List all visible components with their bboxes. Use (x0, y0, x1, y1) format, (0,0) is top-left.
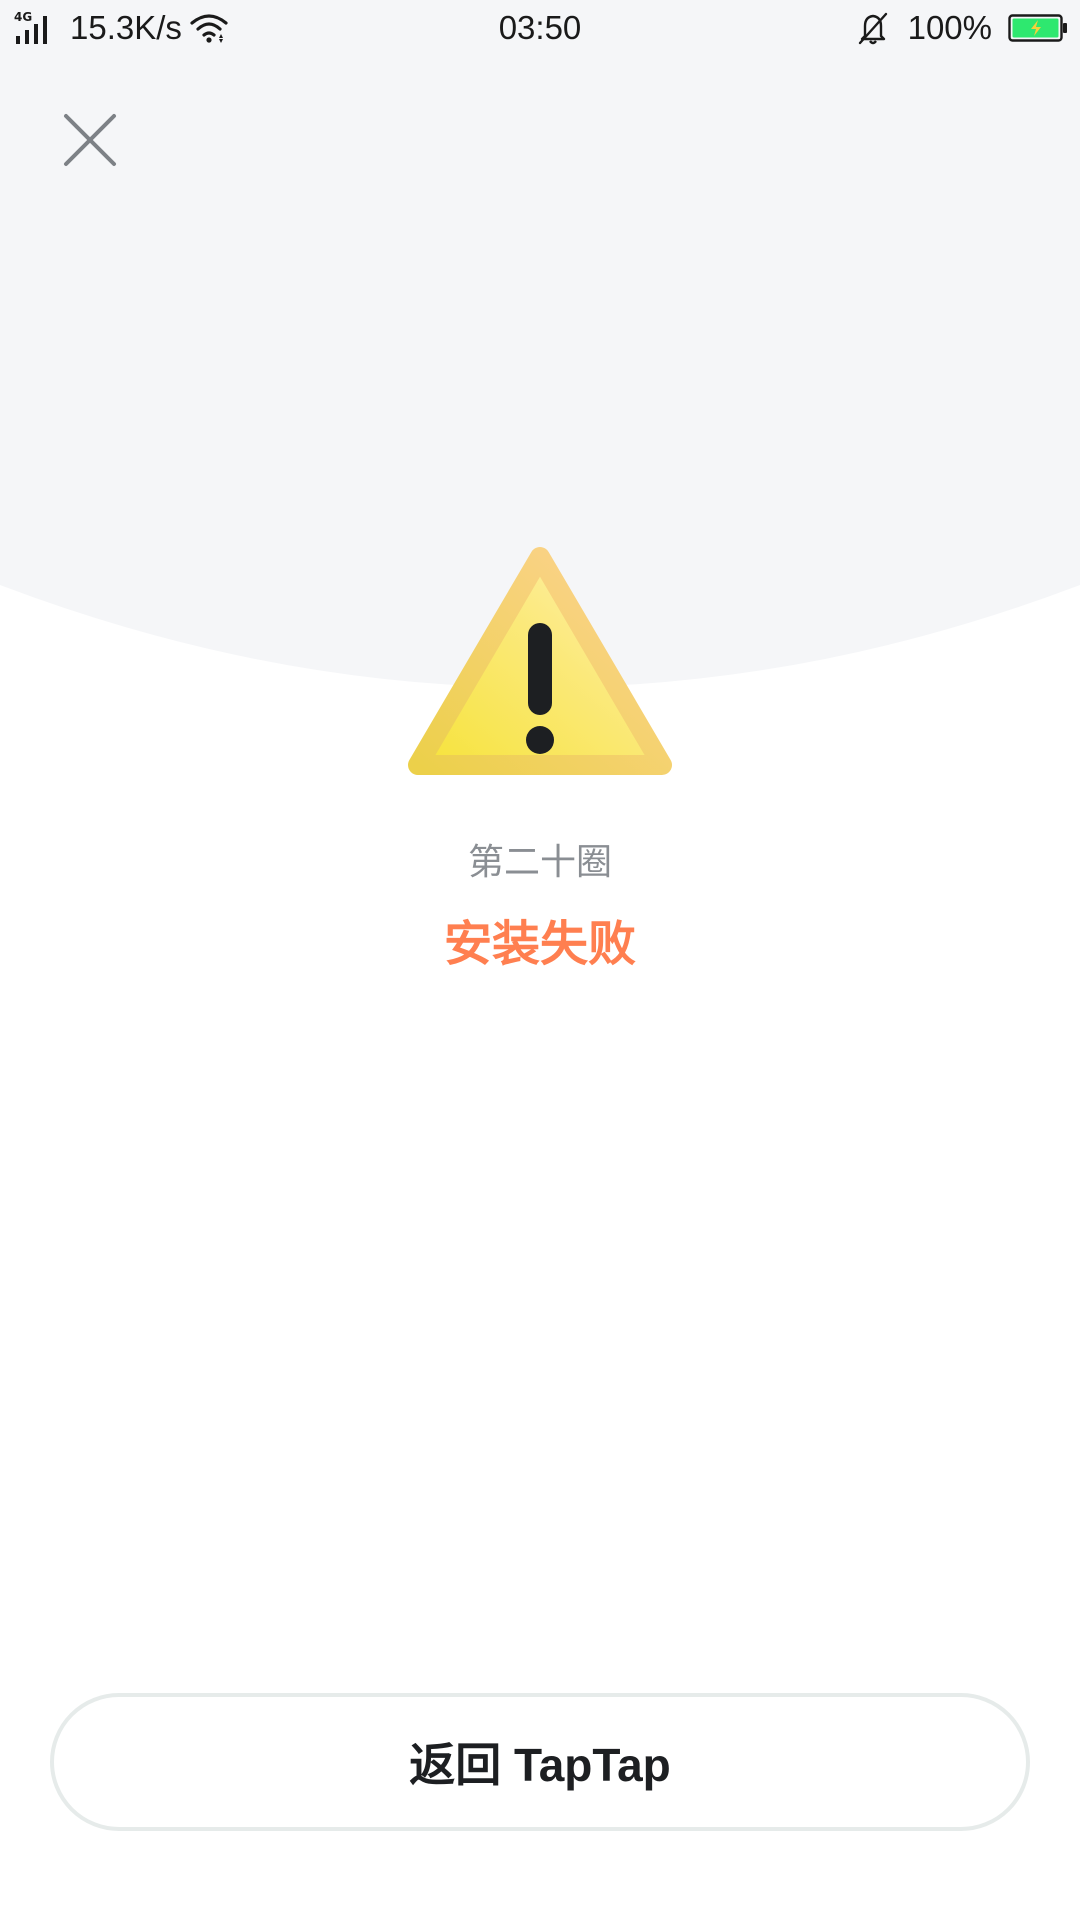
status-bar-right: 100% (856, 8, 1068, 48)
install-status: 安装失败 (443, 916, 636, 972)
bell-muted-icon (856, 10, 908, 46)
status-bar: 4G 15.3K/s 03:50 100% (0, 0, 1080, 56)
return-to-taptap-button[interactable]: 返回 TapTap (50, 1693, 1030, 1831)
app-name: 第二十圈 (467, 842, 612, 883)
close-button[interactable] (60, 110, 120, 170)
close-icon (64, 114, 116, 166)
battery-charging-icon (1008, 14, 1068, 42)
battery-percent: 100% (907, 9, 992, 46)
warning-icon (404, 545, 676, 780)
install-result-screen: 4G 15.3K/s 03:50 100% 第二十圈 安装失败 返回 TapTa… (0, 0, 1080, 1920)
return-button-label: 返回 TapTap (409, 1739, 671, 1791)
